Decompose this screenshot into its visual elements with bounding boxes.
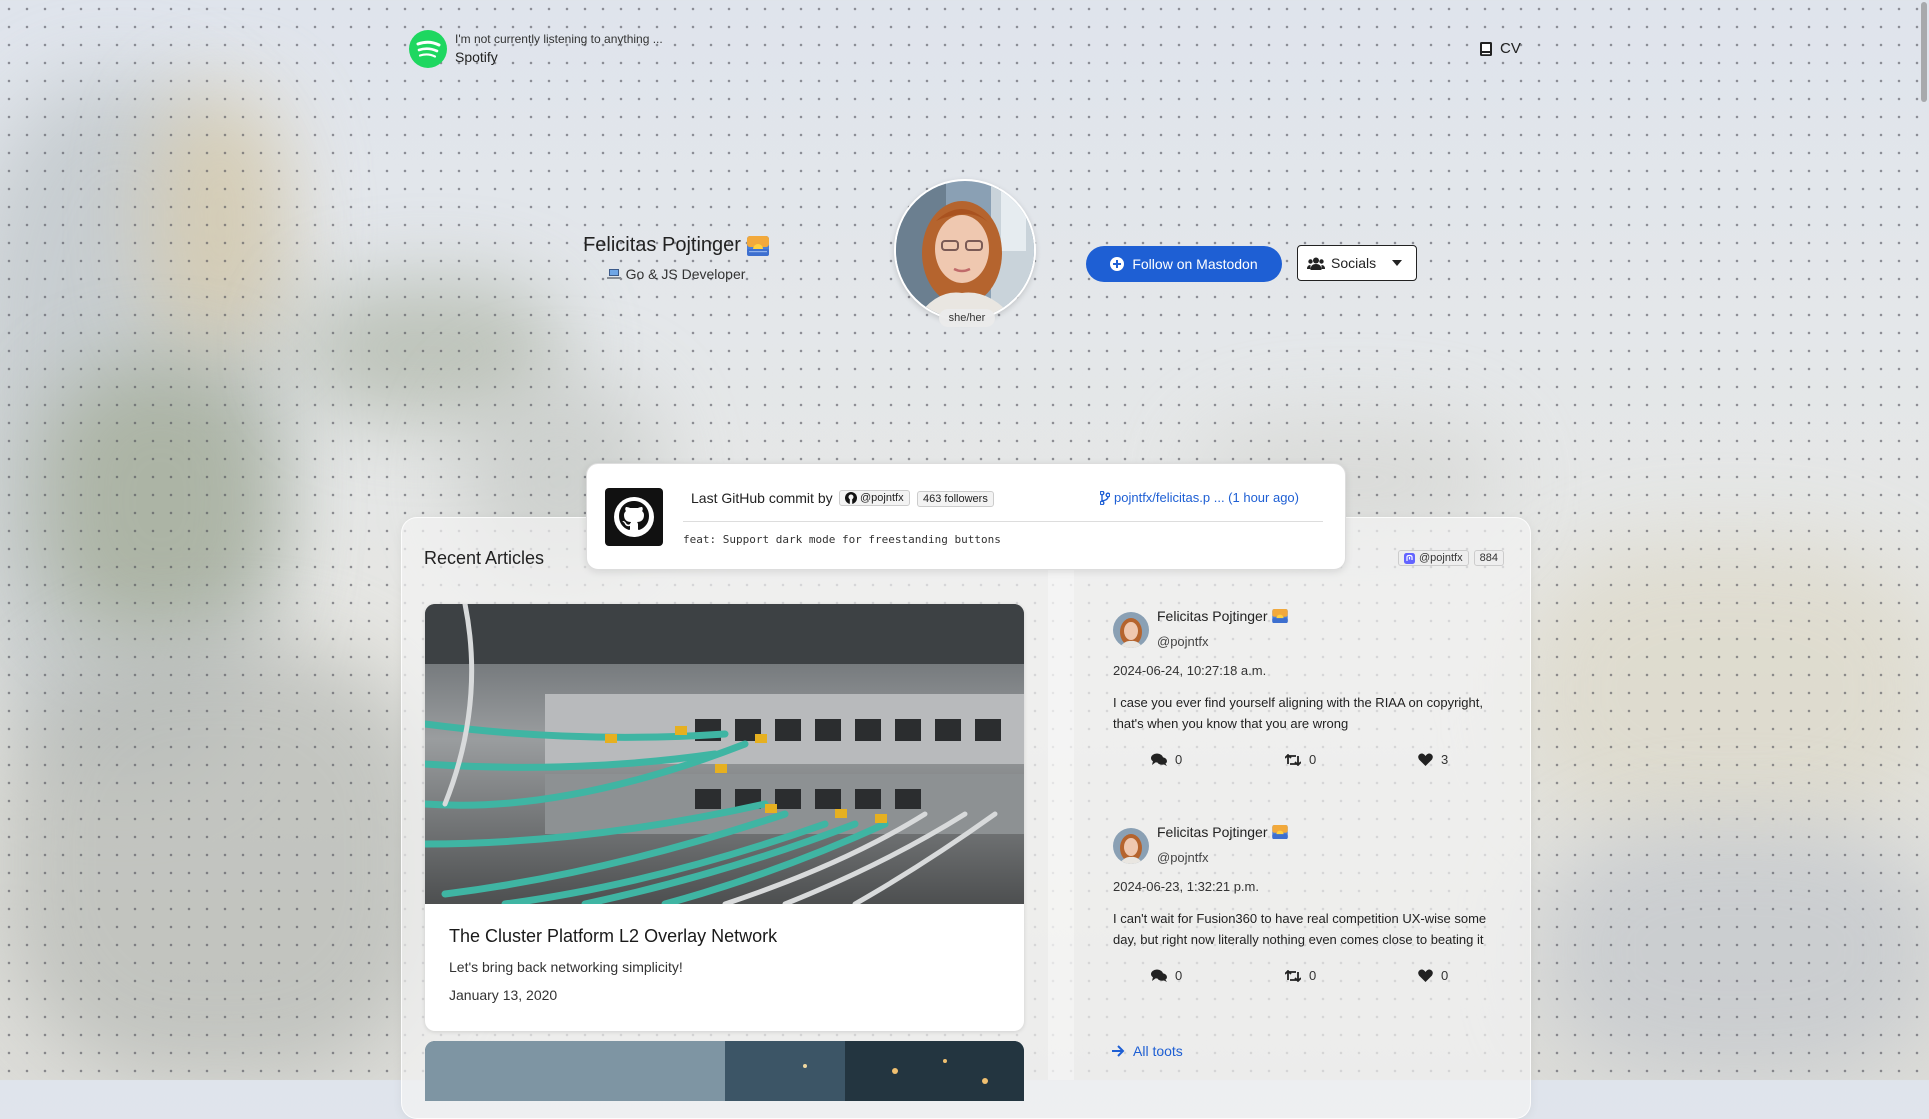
avatar-image [896,181,1034,319]
scrollbar[interactable] [1919,0,1927,1080]
github-repo: pojntfx/felicitas.p ... (1 hour ago) [1114,490,1299,505]
follow-label: Follow on Mastodon [1132,256,1258,272]
cv-link[interactable]: CV [1480,40,1521,57]
like-count: 0 [1441,968,1449,983]
article-description: Let's bring back networking simplicity! [449,959,683,975]
branch-icon [1100,490,1110,505]
boost-button[interactable]: 0 [1285,752,1316,767]
socials-label: Socials [1331,255,1377,271]
comments-icon [1151,753,1167,766]
spotify-status: I'm not currently listening to anything … [455,32,663,46]
cv-label: CV [1500,40,1521,57]
follow-mastodon-button[interactable]: Follow on Mastodon [1086,246,1282,282]
toot-avatar [1113,828,1149,864]
article-card[interactable] [425,1041,1024,1101]
like-button[interactable]: 3 [1418,752,1448,767]
like-button[interactable]: 0 [1418,968,1448,983]
github-followers-badge: 463 followers [917,491,994,507]
heart-icon [1418,969,1433,982]
sunrise-icon [1271,609,1288,623]
toot-date: 2024-06-23, 1:32:21 p.m. [1113,879,1259,894]
recent-articles-heading: Recent Articles [424,548,545,568]
retweet-icon [1285,969,1301,982]
toot-item[interactable]: Felicitas Pojtinger @pojntfx 2024-06-24,… [1113,608,1493,772]
like-count: 3 [1441,752,1449,767]
article-image [425,1041,1024,1101]
heart-icon [1418,753,1433,766]
caret-down-icon [1392,260,1402,266]
boost-count: 0 [1309,968,1317,983]
sunrise-icon [1271,825,1288,839]
arrow-right-icon [1112,1045,1125,1057]
github-commit-message: feat: Support dark mode for freestanding… [683,533,1001,546]
spotify-label: Spotify [455,49,498,65]
reply-button[interactable]: 0 [1151,752,1182,767]
toot-author-handle: @pojntfx [1157,850,1209,865]
boost-button[interactable]: 0 [1285,968,1316,983]
article-card[interactable]: The Cluster Platform L2 Overlay Network … [425,604,1024,1031]
reply-button[interactable]: 0 [1151,968,1182,983]
github-repo-link[interactable]: pojntfx/felicitas.p ... (1 hour ago) [1100,490,1299,505]
profile-name: Felicitas Pojtinger [583,234,741,256]
toot-avatar [1113,612,1149,648]
reply-count: 0 [1175,752,1183,767]
mastodon-icon [1404,552,1415,564]
users-icon [1307,257,1325,270]
toot-author-name: Felicitas Pojtinger [1157,608,1268,624]
github-commit-card: Last GitHub commit by @pojntfx 463 follo… [586,463,1346,570]
plus-circle-icon [1110,257,1125,271]
sunrise-icon [746,235,769,256]
socials-dropdown[interactable]: Socials [1297,245,1417,281]
comments-icon [1151,969,1167,982]
github-logo-icon [605,488,663,546]
mastodon-badge[interactable]: @pojntfx 884 [1398,550,1504,566]
spotify-icon [409,30,447,68]
toot-author-name: Felicitas Pojtinger [1157,824,1268,840]
article-date: January 13, 2020 [449,987,558,1003]
mastodon-handle: @pojntfx [1419,552,1463,564]
mastodon-count: 884 [1473,550,1504,566]
column-divider [1048,560,1074,1080]
github-commit-label: Last GitHub commit by [691,490,833,506]
all-toots-label: All toots [1133,1043,1183,1059]
book-icon [1480,41,1492,56]
pronoun-badge: she/her [939,309,995,327]
all-toots-link[interactable]: All toots [1112,1043,1183,1059]
reply-count: 0 [1175,968,1183,983]
github-user: @pojntfx [860,492,904,504]
profile-name-block: Felicitas Pojtinger Go & JS Developer [560,234,792,282]
toot-text: I case you ever find yourself aligning w… [1113,695,1483,731]
article-title: The Cluster Platform L2 Overlay Network [449,926,778,946]
retweet-icon [1285,753,1301,766]
laptop-icon [606,268,621,279]
spotify-now-playing[interactable]: I'm not currently listening to anything … [409,30,663,68]
github-divider [683,521,1323,522]
toot-date: 2024-06-24, 10:27:18 a.m. [1113,663,1267,678]
toot-text: I can't wait for Fusion360 to have real … [1113,911,1487,947]
scrollbar-thumb[interactable] [1921,2,1927,102]
github-user-badge[interactable]: @pojntfx [839,490,910,506]
article-image [425,604,1024,904]
github-icon [845,492,857,504]
profile-role: Go & JS Developer [625,266,746,282]
boost-count: 0 [1309,752,1317,767]
profile-avatar: she/her [894,179,1036,327]
toot-author-handle: @pojntfx [1157,634,1209,649]
toot-item[interactable]: Felicitas Pojtinger @pojntfx 2024-06-23,… [1113,824,1493,988]
